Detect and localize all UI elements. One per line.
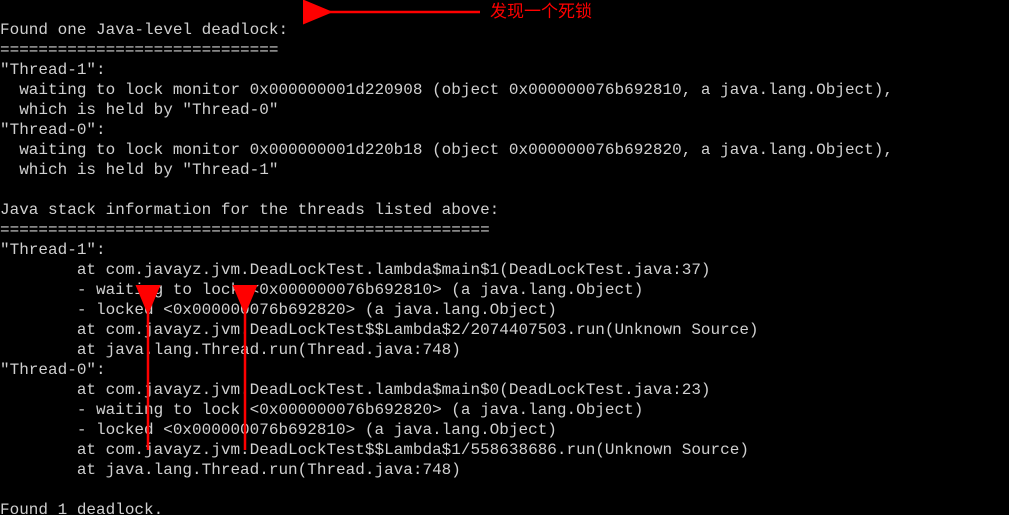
line-thread0-frame1: at com.javayz.jvm.DeadLockTest$$Lambda$1… [0,441,749,459]
line-thread0-locked: - locked <0x000000076b692810> (a java.la… [0,421,557,439]
line-thread0-header: "Thread-0": [0,121,106,139]
line-thread0-heldby: which is held by "Thread-1" [0,161,278,179]
line-thread1-stack-header: "Thread-1": [0,241,106,259]
terminal-output: Found one Java-level deadlock: =========… [0,0,893,515]
line-deadlock-found: Found one Java-level deadlock: [0,21,288,39]
line-thread0-stack-header: "Thread-0": [0,361,106,379]
line-separator2: ========================================… [0,221,490,239]
line-thread1-frame2: at java.lang.Thread.run(Thread.java:748) [0,341,461,359]
annotation-label: 发现一个死锁 [490,2,592,22]
line-thread1-frame1: at com.javayz.jvm.DeadLockTest$$Lambda$2… [0,321,759,339]
line-thread1-header: "Thread-1": [0,61,106,79]
line-thread1-heldby: which is held by "Thread-0" [0,101,278,119]
line-thread1-frame0: at com.javayz.jvm.DeadLockTest.lambda$ma… [0,261,711,279]
line-thread1-locked: - locked <0x000000076b692820> (a java.la… [0,301,557,319]
line-thread1-waitlock: - waiting to lock <0x000000076b692810> (… [0,281,643,299]
line-thread0-wait: waiting to lock monitor 0x000000001d220b… [0,141,893,159]
line-thread0-frame0: at com.javayz.jvm.DeadLockTest.lambda$ma… [0,381,711,399]
line-separator: ============================= [0,41,278,59]
line-thread0-waitlock: - waiting to lock <0x000000076b692820> (… [0,401,643,419]
line-stack-header: Java stack information for the threads l… [0,201,499,219]
line-found-count: Found 1 deadlock. [0,501,163,515]
line-thread1-wait: waiting to lock monitor 0x000000001d2209… [0,81,893,99]
line-thread0-frame2: at java.lang.Thread.run(Thread.java:748) [0,461,461,479]
